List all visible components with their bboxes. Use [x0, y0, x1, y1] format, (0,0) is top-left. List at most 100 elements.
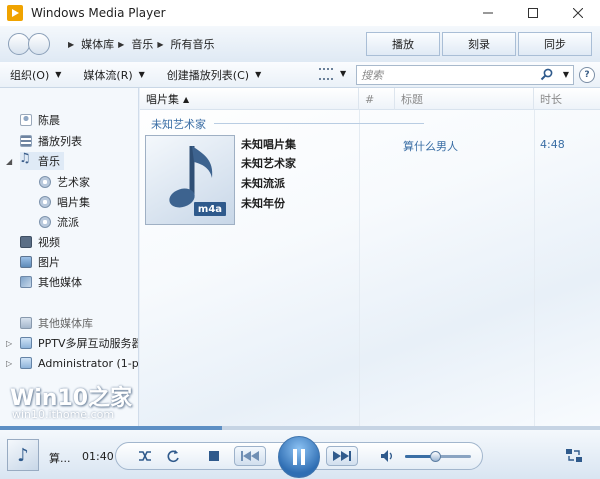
column-header-number[interactable]: #	[359, 88, 395, 110]
repeat-button[interactable]	[164, 447, 182, 465]
sidebar-item-album[interactable]: 唱片集	[39, 193, 90, 211]
sort-ascending-icon: ▲	[183, 94, 190, 104]
forward-button[interactable]	[28, 33, 50, 55]
search-box[interactable]: 搜索 ▼	[356, 65, 574, 85]
column-header-album-label: 唱片集	[146, 93, 179, 106]
music-icon	[19, 151, 32, 167]
breadcrumb-arrow-icon: ▶	[118, 39, 125, 49]
maximize-button[interactable]	[510, 0, 555, 26]
stream-menu[interactable]: 媒体流(R) ▼	[83, 67, 144, 83]
tab-burn[interactable]: 刻录	[442, 32, 516, 56]
album-icon	[39, 196, 51, 208]
wmp-app-icon	[7, 5, 23, 21]
close-button[interactable]	[555, 0, 600, 26]
breadcrumb: ▶ 媒体库 ▶ 音乐 ▶ 所有音乐	[64, 36, 214, 52]
file-format-badge: m4a	[194, 202, 226, 216]
view-options-icon[interactable]	[319, 68, 333, 80]
artist-icon	[39, 176, 51, 188]
volume-slider[interactable]	[405, 451, 471, 462]
sidebar-item-label: PPTV多屏互动服务器	[38, 337, 139, 350]
toolbar: 组织(O) ▼ 媒体流(R) ▼ 创建播放列表(C) ▼ ▼ 搜索 ▼ ?	[0, 62, 600, 88]
stop-button[interactable]	[205, 447, 223, 465]
album-artist: 未知艺术家	[241, 157, 296, 170]
close-icon	[572, 8, 583, 18]
minimize-button[interactable]	[465, 0, 510, 26]
album-genre: 未知流派	[241, 177, 285, 190]
tree-expanded-icon[interactable]: ◢	[6, 157, 12, 166]
sidebar-item-label: 陈晨	[38, 114, 60, 127]
switch-view-icon	[566, 449, 582, 462]
back-button[interactable]	[8, 33, 30, 55]
column-header-album[interactable]: 唱片集 ▲	[140, 88, 359, 110]
sidebar-item-pptv-server[interactable]: PPTV多屏互动服务器	[20, 334, 139, 352]
mute-button[interactable]	[379, 447, 397, 465]
sidebar-item-artist[interactable]: 艺术家	[39, 173, 90, 191]
tab-sync[interactable]: 同步	[518, 32, 592, 56]
picture-icon	[20, 256, 32, 268]
search-input[interactable]: 搜索	[361, 67, 383, 83]
track-title[interactable]: 算什么男人	[403, 138, 458, 154]
pause-button[interactable]	[278, 436, 320, 478]
organize-menu[interactable]: 组织(O) ▼	[10, 67, 61, 83]
window-title: Windows Media Player	[31, 6, 166, 20]
switch-to-now-playing-button[interactable]	[566, 449, 582, 462]
column-header-title[interactable]: 标题	[395, 88, 534, 110]
next-button[interactable]	[326, 446, 358, 466]
help-icon[interactable]: ?	[579, 67, 595, 83]
previous-icon	[241, 451, 259, 461]
other-media-icon	[20, 276, 32, 288]
chevron-down-icon: ▼	[138, 70, 145, 79]
sidebar-item-label: 艺术家	[57, 176, 90, 189]
navigation-bar: ▶ 媒体库 ▶ 音乐 ▶ 所有音乐 播放 刻录 同步	[0, 26, 600, 62]
album-art[interactable]: m4a	[145, 135, 235, 225]
sidebar-item-label: 其他媒体库	[38, 317, 93, 330]
music-note-icon: ♪	[17, 444, 29, 466]
volume-slider-thumb[interactable]	[429, 451, 441, 462]
pause-icon	[293, 449, 305, 465]
shuffle-button[interactable]	[136, 447, 154, 465]
chevron-down-icon: ▼	[55, 70, 62, 79]
sidebar-item-genre[interactable]: 流派	[39, 213, 79, 231]
view-options-chevron-icon[interactable]: ▼	[340, 69, 346, 78]
elapsed-time: 01:40	[82, 450, 114, 463]
volume-icon	[381, 450, 392, 462]
sidebar-item-video[interactable]: 视频	[20, 233, 60, 251]
organize-label: 组织(O)	[10, 68, 50, 82]
breadcrumb-all-music[interactable]: 所有音乐	[170, 36, 214, 52]
now-playing-art[interactable]: ♪	[7, 439, 39, 471]
sidebar-item-playlists[interactable]: 播放列表	[20, 132, 82, 150]
player-controls: ♪ 算... 01:40	[0, 430, 600, 479]
column-header-length[interactable]: 时长	[534, 88, 600, 110]
tree-collapsed-icon[interactable]: ▷	[6, 339, 12, 348]
library-content: 唱片集 ▲ # 标题 时长 未知艺术家 m4a 未知唱片集 未知艺术家 未知流派…	[140, 88, 600, 426]
sidebar-item-pictures[interactable]: 图片	[20, 253, 60, 271]
sidebar-item-user[interactable]: 陈晨	[20, 111, 60, 129]
sidebar-item-label: 播放列表	[38, 135, 82, 148]
album-year: 未知年份	[241, 197, 285, 210]
sidebar-item-music[interactable]: 音乐	[19, 151, 64, 170]
sidebar-item-administrator[interactable]: Administrator (1-p	[20, 354, 138, 372]
server-icon	[20, 337, 32, 349]
search-icon[interactable]	[540, 68, 553, 81]
repeat-icon	[167, 450, 179, 463]
next-icon	[333, 451, 351, 461]
column-headers: 唱片集 ▲ # 标题 时长	[140, 88, 600, 110]
sidebar-item-label: 视频	[38, 236, 60, 249]
tree-collapsed-icon[interactable]: ▷	[6, 359, 12, 368]
shuffle-icon	[139, 451, 151, 461]
sidebar-item-other-media[interactable]: 其他媒体	[20, 273, 82, 291]
sidebar-item-label: 音乐	[38, 155, 60, 168]
genre-icon	[39, 216, 51, 228]
tab-play[interactable]: 播放	[366, 32, 440, 56]
create-playlist-menu[interactable]: 创建播放列表(C) ▼	[167, 67, 261, 83]
breadcrumb-arrow-icon: ▶	[157, 39, 164, 49]
search-options-chevron-icon[interactable]: ▼	[563, 70, 569, 79]
other-library-icon	[20, 317, 32, 329]
breadcrumb-library[interactable]: 媒体库	[81, 36, 114, 52]
previous-button[interactable]	[234, 446, 266, 466]
sidebar-item-other-libraries[interactable]: 其他媒体库	[20, 314, 93, 332]
sidebar-item-label: 图片	[38, 256, 60, 269]
sidebar-item-label: 流派	[57, 216, 79, 229]
breadcrumb-music[interactable]: 音乐	[131, 36, 153, 52]
navigation-pane: 陈晨 播放列表 ◢ 音乐 艺术家 唱片集 流派 视频 图片 其他媒体 其他媒体库…	[0, 88, 139, 426]
